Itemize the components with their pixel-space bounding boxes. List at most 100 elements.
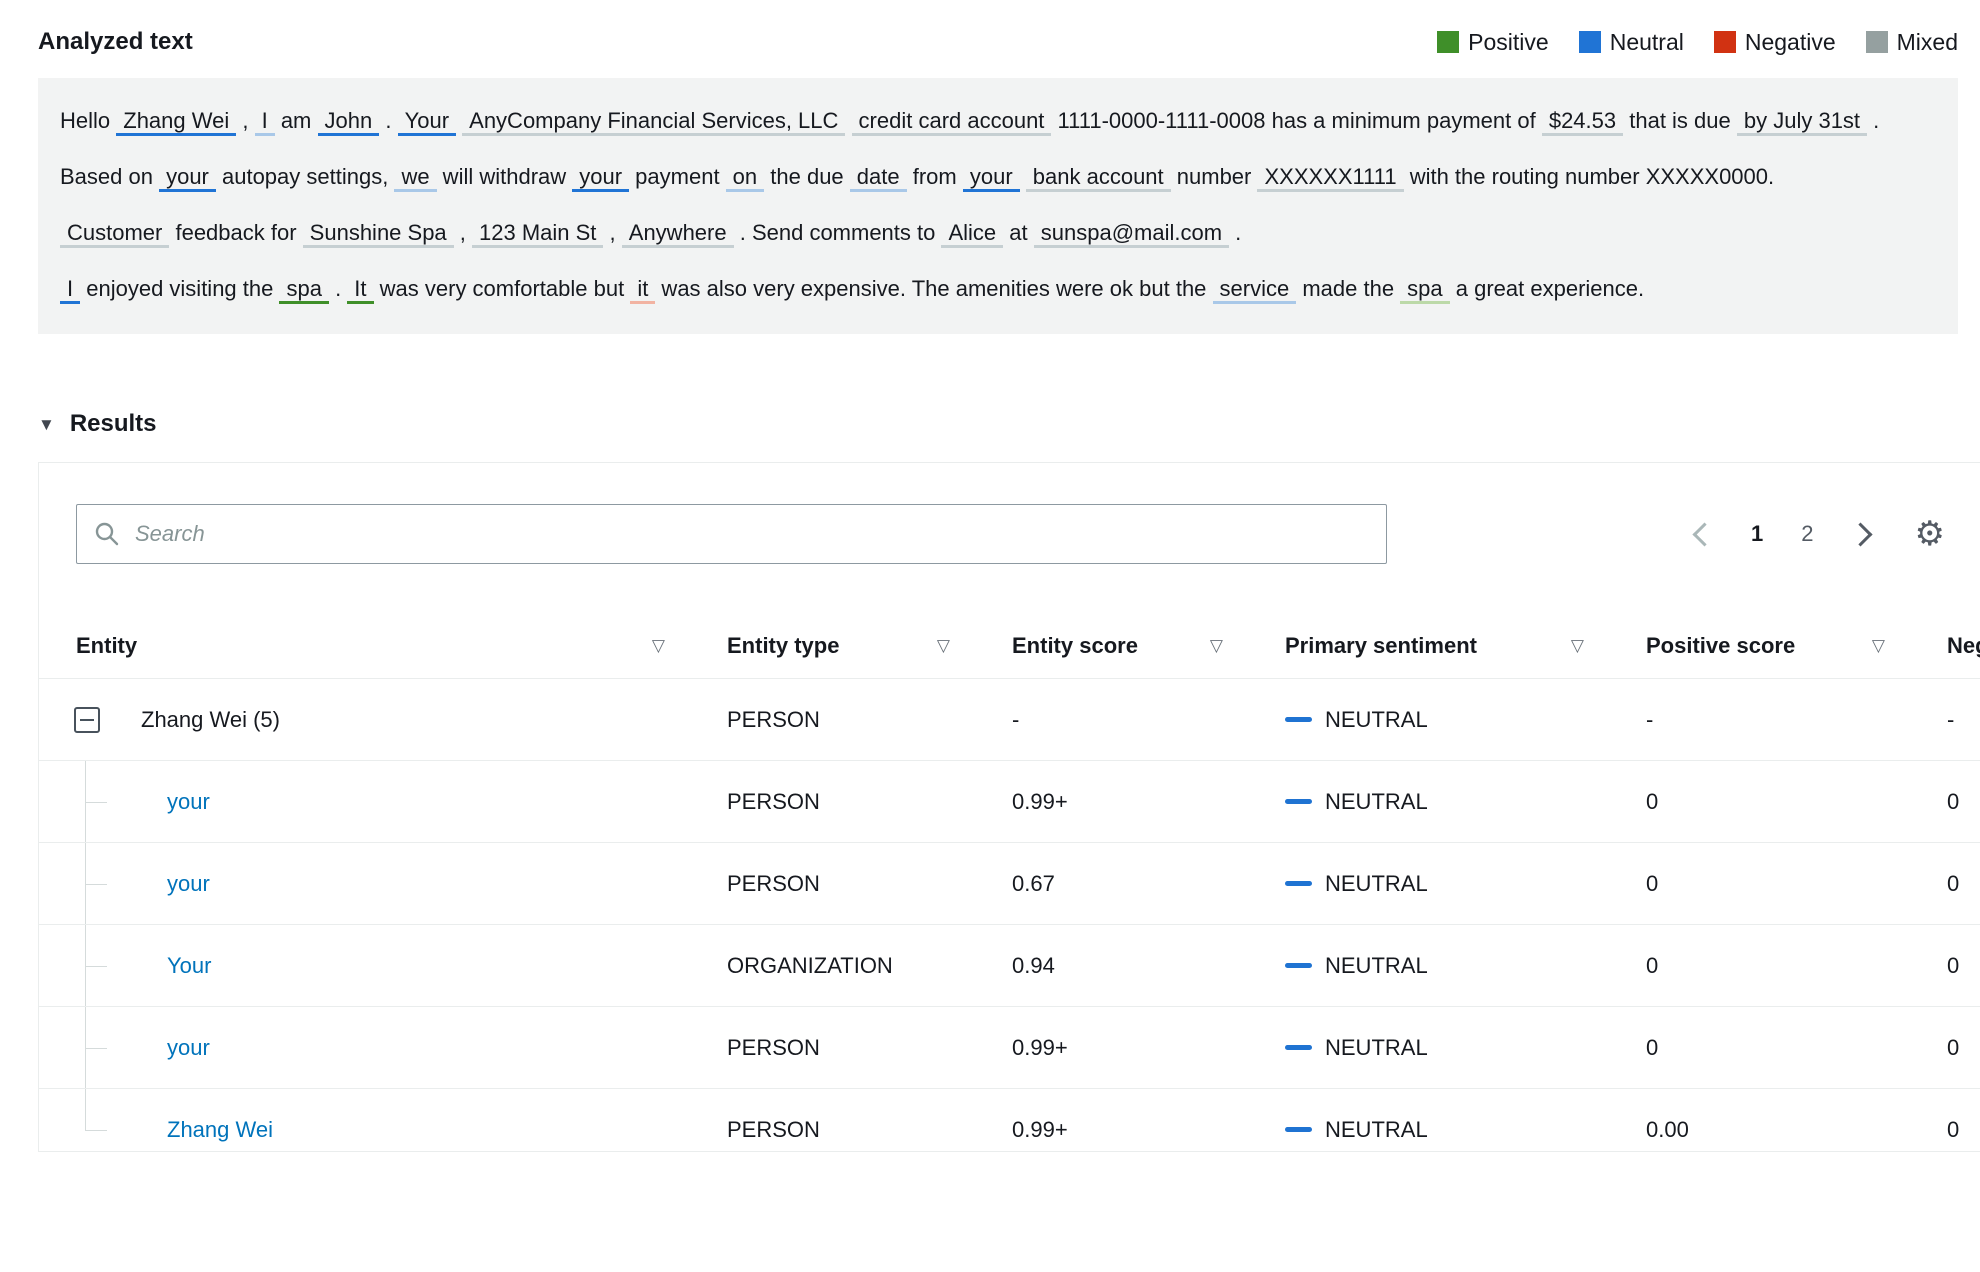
entity-cell: Your (39, 925, 727, 1006)
entity-highlight: spa (1400, 276, 1450, 304)
legend-item-negative: Negative (1713, 29, 1836, 56)
text-run: was very comfortable but (373, 276, 631, 301)
positive-score-cell: 0 (1646, 788, 1659, 814)
text-run: , (453, 220, 473, 245)
text-run: was also very expensive. The amenities w… (655, 276, 1213, 301)
text-run: Hello (60, 108, 117, 133)
analyzed-text-panel: Hello Zhang Wei , I am John . Your AnyCo… (38, 78, 1958, 334)
column-label: Entity score (1012, 633, 1138, 658)
text-run: the due (764, 164, 850, 189)
neutral-sentiment-icon (1285, 1127, 1312, 1132)
pagination-pages: 12 (1751, 521, 1814, 547)
tree-connector-icon (85, 1007, 109, 1088)
results-section-toggle[interactable]: ▼ Results (38, 410, 1980, 438)
sort-icon: ▽ (651, 636, 665, 655)
entity-link[interactable]: your (167, 1035, 210, 1061)
mixed-swatch-icon (1865, 31, 1888, 53)
sentiment-label: NEUTRAL (1325, 706, 1428, 732)
settings-gear-icon[interactable]: ⚙ (1915, 517, 1945, 551)
entity-highlight: we (394, 164, 437, 192)
neutral-sentiment-icon (1285, 881, 1312, 886)
entity-link[interactable]: Your (167, 953, 211, 979)
sentiment-label: NEUTRAL (1325, 788, 1428, 814)
legend-item-positive: Positive (1437, 29, 1549, 56)
entity-link[interactable]: your (167, 789, 210, 815)
entity-highlight: Alice (941, 220, 1004, 248)
tree-connector-icon (85, 843, 109, 924)
entity-type-cell: PERSON (727, 1034, 820, 1060)
entity-cell: your (39, 843, 727, 924)
negative-score-cell: - (1947, 706, 1955, 732)
entity-link[interactable]: Zhang Wei (167, 1117, 273, 1143)
column-header-positive-score[interactable]: Positive score ▽ (1646, 633, 1947, 659)
search-box (76, 504, 1387, 564)
column-header-entity-score[interactable]: Entity score ▽ (1012, 633, 1285, 659)
entity-cell: Zhang Wei (5) (39, 679, 727, 760)
positive-score-cell: 0.00 (1646, 1116, 1689, 1142)
entity-cell: Zhang Wei (39, 1089, 727, 1151)
sentiment-label: NEUTRAL (1325, 952, 1428, 978)
entity-link[interactable]: your (167, 871, 210, 897)
column-header-negative-score[interactable]: Negative score▽ (1947, 633, 1980, 659)
entity-highlight: Customer (60, 220, 170, 248)
analyzed-paragraph: Hello Zhang Wei , I am John . Your AnyCo… (60, 93, 1936, 205)
column-label: Primary sentiment (1285, 633, 1477, 658)
text-run: with the routing number XXXXX0000. (1403, 164, 1775, 189)
entity-type-cell: PERSON (727, 788, 820, 814)
column-header-entity[interactable]: Entity ▽ (39, 633, 727, 659)
search-icon (94, 521, 120, 547)
collapse-row-button[interactable] (74, 706, 100, 733)
text-run: am (274, 108, 318, 133)
entity-highlight: 123 Main St (472, 220, 604, 248)
pagination-next-icon[interactable] (1847, 521, 1873, 547)
text-run: number (1170, 164, 1258, 189)
table-row: your PERSON 0.99+ NEUTRAL 0 0 (39, 1007, 1980, 1089)
pagination: 12 (1692, 521, 1873, 547)
legend-item-mixed: Mixed (1865, 28, 1958, 56)
sentiment-legend: Positive Neutral Negative Mixed (1437, 29, 1958, 56)
text-run: payment (629, 164, 726, 189)
primary-sentiment-cell: NEUTRAL (1285, 1035, 1646, 1061)
column-header-entity-type[interactable]: Entity type ▽ (727, 633, 1012, 659)
legend-label: Positive (1468, 28, 1549, 55)
legend-label: Neutral (1609, 28, 1684, 55)
entity-score-cell: - (1012, 706, 1020, 732)
entity-highlight: I (254, 108, 275, 136)
pagination-prev-icon[interactable] (1692, 521, 1717, 547)
positive-score-cell: 0 (1646, 870, 1659, 896)
negative-score-cell: 0 (1947, 788, 1960, 814)
text-run: will withdraw (436, 164, 573, 189)
entity-highlight: Anywhere (621, 220, 734, 248)
search-input[interactable] (76, 504, 1387, 564)
negative-score-cell: 0 (1947, 870, 1960, 896)
entity-highlight: It (347, 276, 374, 304)
text-run: , (236, 108, 255, 133)
negative-score-cell: 0 (1947, 1034, 1960, 1060)
table-row: Zhang Wei PERSON 0.99+ NEUTRAL 0.00 0 (39, 1089, 1980, 1151)
table-row: Zhang Wei (5) PERSON - NEUTRAL - - (39, 679, 1980, 761)
pagination-page-2[interactable]: 2 (1801, 521, 1813, 547)
entity-highlight: Your (397, 108, 457, 136)
neutral-sentiment-icon (1285, 717, 1312, 722)
entity-highlight: AnyCompany Financial Services, LLC (462, 108, 846, 136)
entity-type-cell: PERSON (727, 1116, 820, 1142)
positive-score-cell: - (1646, 706, 1654, 732)
pagination-page-1[interactable]: 1 (1751, 521, 1763, 547)
text-run: that is due (1623, 108, 1737, 133)
entity-highlight: $24.53 (1541, 108, 1624, 136)
legend-label: Mixed (1896, 28, 1958, 55)
entity-highlight: your (159, 164, 216, 192)
comprehend-analysis-page: Analyzed text Positive Neutral Negative Mix… (0, 0, 1980, 1272)
neutral-sentiment-icon (1285, 1045, 1312, 1050)
entity-name: Zhang Wei (5) (141, 706, 280, 732)
entity-score-cell: 0.99+ (1012, 1116, 1068, 1142)
table-header-row: Entity ▽ Entity type ▽ Entity score ▽ Primary … (39, 614, 1980, 679)
entity-highlight: I (60, 276, 81, 304)
entity-highlight: date (849, 164, 907, 192)
text-run: made the (1296, 276, 1401, 301)
sentiment-label: NEUTRAL (1325, 1034, 1428, 1060)
column-header-primary-sentiment[interactable]: Primary sentiment ▽ (1285, 633, 1646, 659)
neutral-swatch-icon (1578, 31, 1601, 53)
tree-connector-icon (85, 925, 109, 1006)
results-table: Entity ▽ Entity type ▽ Entity score ▽ Primary … (39, 614, 1980, 1151)
